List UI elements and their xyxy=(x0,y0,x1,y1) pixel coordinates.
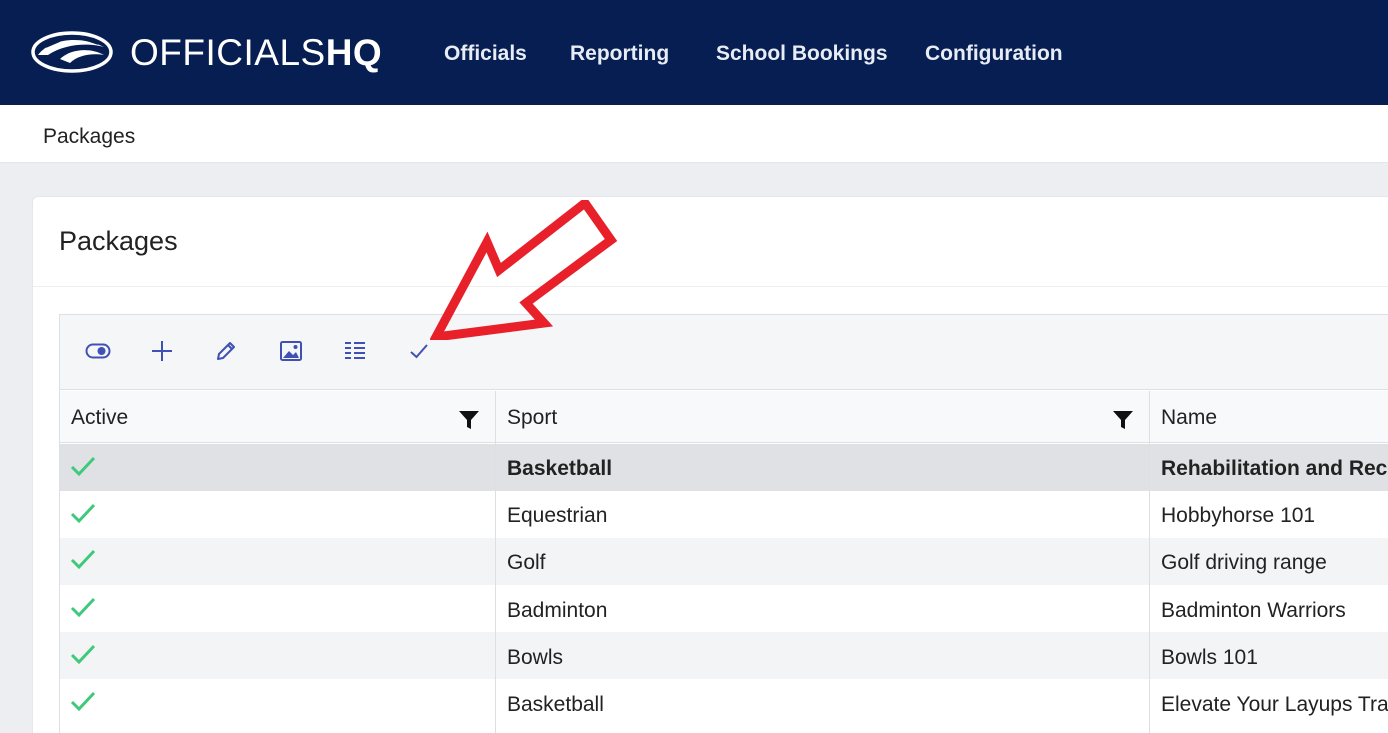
edit-icon xyxy=(217,342,235,360)
cell-sport: Equestrian xyxy=(507,504,608,527)
edit-button[interactable] xyxy=(212,337,240,365)
check-icon xyxy=(410,344,428,359)
column-divider xyxy=(495,391,496,733)
image-icon xyxy=(280,341,302,361)
breadcrumb-bar xyxy=(0,105,1388,163)
cell-name: Badminton Warriors xyxy=(1161,599,1346,622)
active-check-icon xyxy=(70,691,96,712)
brand-logo[interactable]: OFFICIALSHQ xyxy=(30,28,382,76)
nav-school-bookings[interactable]: School Bookings xyxy=(716,40,888,68)
card-divider xyxy=(33,286,1388,287)
column-divider xyxy=(1149,391,1150,733)
cell-sport: Basketball xyxy=(507,693,604,716)
cell-name: Hobbyhorse 101 xyxy=(1161,504,1316,527)
active-check-icon xyxy=(70,503,96,524)
check-button[interactable] xyxy=(405,337,433,365)
cell-name: Elevate Your Layups Trai xyxy=(1161,693,1388,716)
list-details-icon xyxy=(345,342,365,359)
toggle-active-icon xyxy=(85,343,111,359)
filter-icon[interactable] xyxy=(1112,409,1134,431)
cell-sport: Bowls xyxy=(507,646,564,669)
toggle-active-button[interactable] xyxy=(84,337,112,365)
cell-sport: Basketball xyxy=(507,457,613,480)
officialshq-logo-icon xyxy=(31,31,113,73)
annotation-arrow xyxy=(430,200,618,340)
add-icon xyxy=(152,341,172,361)
active-check-icon xyxy=(70,644,96,665)
brand-name-light: OFFICIALS xyxy=(130,31,326,73)
grid-toolbar xyxy=(60,315,1388,390)
active-check-icon xyxy=(70,549,96,570)
image-button[interactable] xyxy=(277,337,305,365)
filter-icon[interactable] xyxy=(458,409,480,431)
column-header-active[interactable]: Active xyxy=(71,406,128,430)
nav-reporting[interactable]: Reporting xyxy=(570,40,669,68)
nav-configuration[interactable]: Configuration xyxy=(925,40,1063,68)
nav-officials[interactable]: Officials xyxy=(444,40,527,68)
active-check-icon xyxy=(70,456,96,477)
list-details-button[interactable] xyxy=(341,337,369,365)
cell-sport: Golf xyxy=(507,551,546,574)
brand-name-bold: HQ xyxy=(325,31,383,73)
add-button[interactable] xyxy=(148,337,176,365)
cell-sport: Badminton xyxy=(507,599,608,622)
page-title: Packages xyxy=(59,226,178,256)
cell-name: Golf driving range xyxy=(1161,551,1327,574)
brand-name: OFFICIALSHQ xyxy=(130,34,382,71)
cell-name: Bowls 101 xyxy=(1161,646,1258,669)
column-header-sport[interactable]: Sport xyxy=(507,406,557,430)
breadcrumb: Packages xyxy=(43,125,136,148)
column-header-name[interactable]: Name xyxy=(1161,406,1217,430)
active-check-icon xyxy=(70,597,96,618)
cell-name: Rehabilitation and Reco xyxy=(1161,457,1388,480)
